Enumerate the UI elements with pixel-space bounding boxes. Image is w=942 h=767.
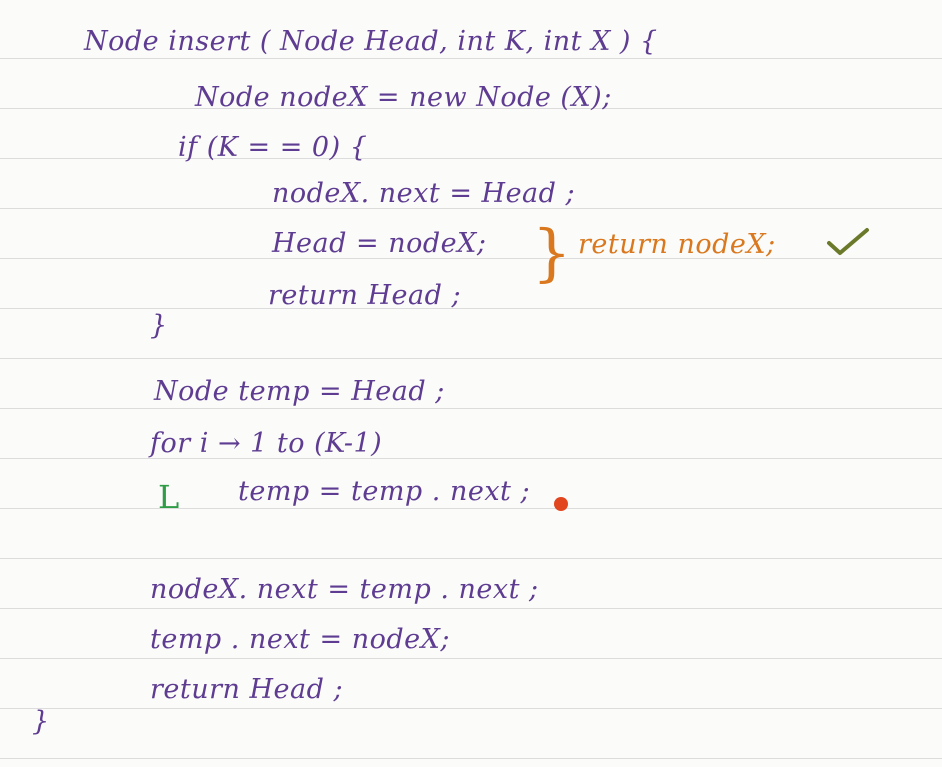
code-line-for-loop: for i → 1 to (K-1) [150,428,383,459]
code-line-function-signature: Node insert ( Node Head, int K, int X ) … [84,26,658,57]
code-line-reassign-head: Head = nodeX; [272,228,487,259]
code-line-create-node: Node nodeX = new Node (X); [195,82,612,113]
code-line-temp-init: Node temp = Head ; [154,376,445,407]
notebook-page: Node insert ( Node Head, int K, int X ) … [0,0,942,767]
annotation-return-nodex: return nodeX; [578,229,776,260]
pen-cursor-dot [554,497,568,511]
code-line-return-head: return Head ; [150,674,344,705]
code-line-advance-temp: temp = temp . next ; [238,476,531,507]
code-line-return-head-inner: return Head ; [268,280,462,311]
code-line-close-if: } [150,310,168,341]
code-line-link-temp: temp . next = nodeX; [150,624,450,655]
code-line-close-function: } [32,706,50,737]
loop-body-marker: L [158,478,180,516]
code-line-link-nodex: nodeX. next = temp . next ; [150,574,539,605]
code-line-link-to-head: nodeX. next = Head ; [272,178,576,209]
code-line-if-condition: if (K = = 0) { [178,132,368,163]
annotation-brace: } [532,216,572,289]
check-icon [827,228,869,255]
